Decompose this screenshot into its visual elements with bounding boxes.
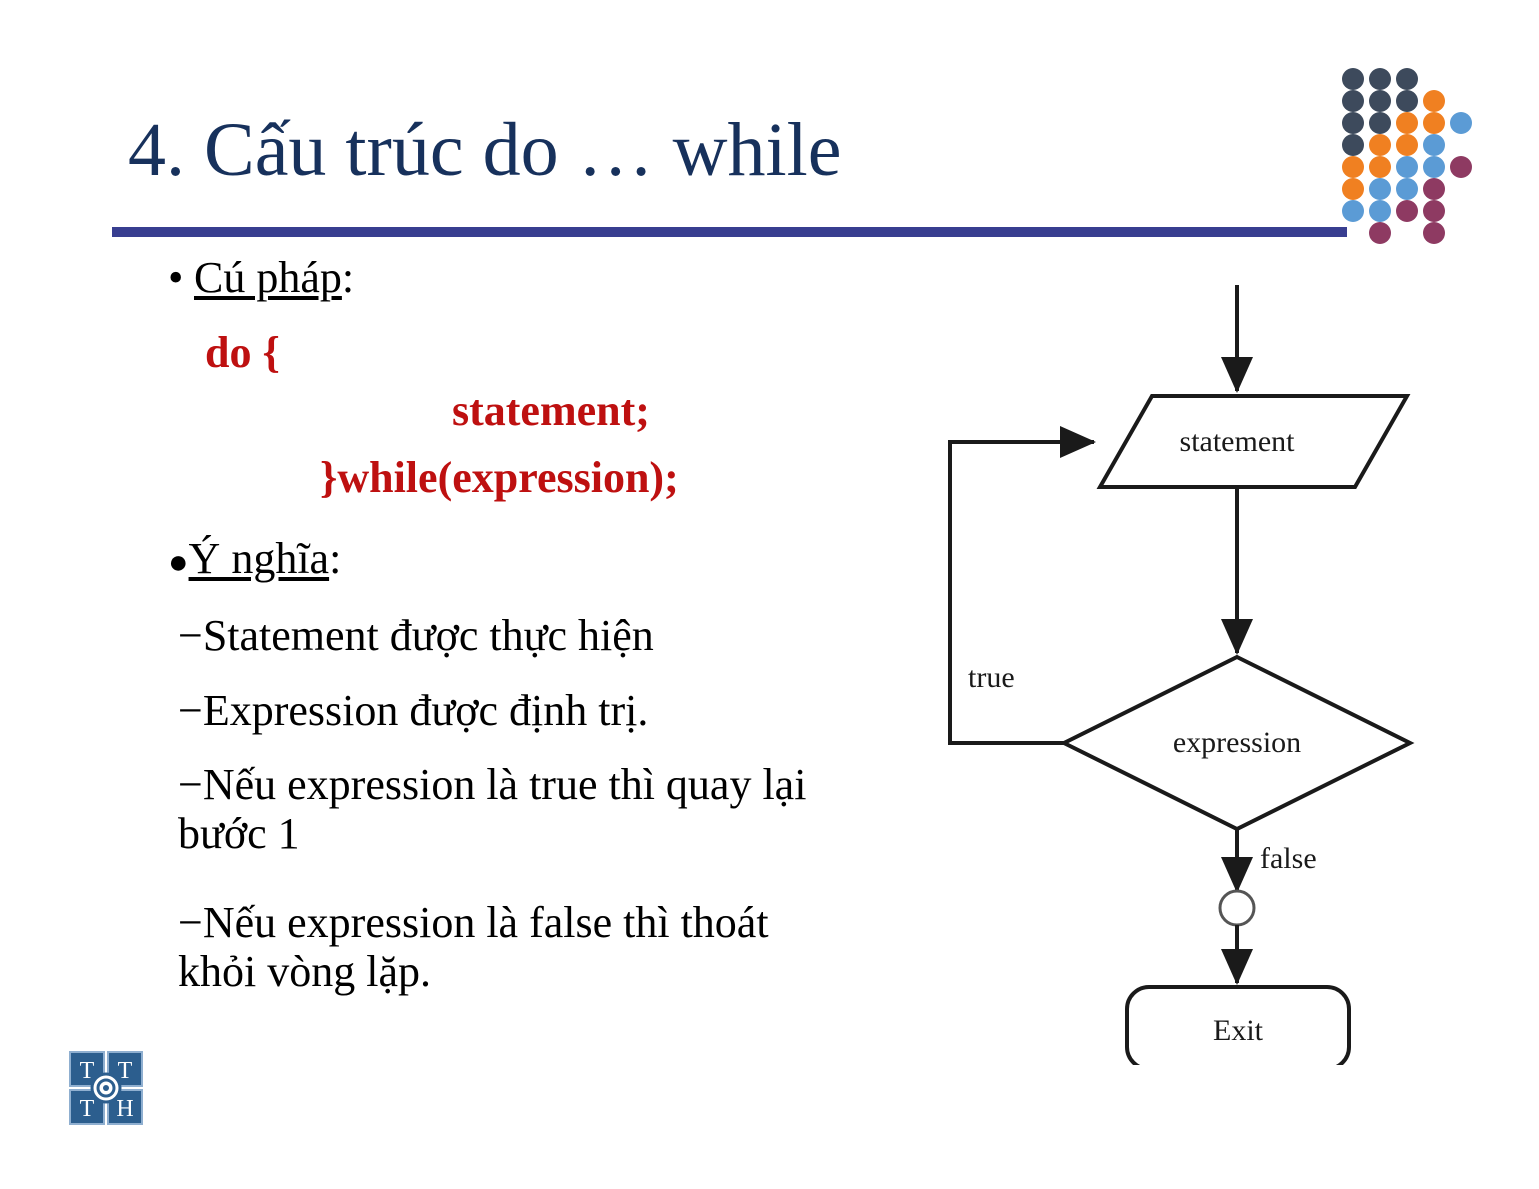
logo-target-inner — [103, 1085, 109, 1091]
decorative-dot — [1342, 178, 1364, 200]
decorative-dot — [1342, 134, 1364, 156]
logo-letter-tl: T — [80, 1058, 95, 1084]
true-loop-path — [948, 426, 1096, 745]
expression-label: expression — [1173, 726, 1301, 759]
syntax-heading-colon: : — [341, 253, 355, 302]
bullet-marker-big: ● — [168, 544, 189, 581]
code-line-statement: statement; — [452, 386, 650, 435]
meaning-heading: ●Ý nghĩa: — [168, 533, 341, 584]
decorative-dot — [1396, 90, 1418, 112]
decorative-dot — [1423, 90, 1445, 112]
decorative-dot — [1423, 178, 1445, 200]
decorative-dot — [1369, 222, 1391, 244]
decorative-dot — [1396, 156, 1418, 178]
decorative-dot — [1450, 112, 1472, 134]
decorative-dot — [1369, 134, 1391, 156]
decorative-dot — [1342, 112, 1364, 134]
decorative-dot — [1423, 156, 1445, 178]
decorative-dot — [1342, 200, 1364, 222]
decorative-dot — [1369, 90, 1391, 112]
decorative-dot — [1423, 134, 1445, 156]
list-item: −Nếu expression là false thì thoát khỏi … — [178, 898, 838, 997]
decorative-dot — [1369, 112, 1391, 134]
decorative-dot — [1369, 178, 1391, 200]
decorative-dot — [1396, 200, 1418, 222]
organization-logo: T T T H — [64, 1046, 148, 1130]
exit-label: Exit — [1213, 1014, 1264, 1047]
dash-marker: − — [178, 686, 203, 735]
dash-marker: − — [178, 611, 203, 660]
syntax-heading: • Cú pháp: — [168, 252, 354, 303]
logo-letter-br: H — [116, 1096, 133, 1122]
slide-canvas: 4. Cấu trúc do … while • Cú pháp: do { st… — [0, 0, 1539, 1189]
decorative-dot — [1342, 68, 1364, 90]
code-line-while: }while(expression); — [320, 453, 679, 502]
title-divider — [112, 227, 1347, 237]
flowchart-diagram: statement expression true false Exit — [930, 265, 1475, 1065]
syntax-heading-text: Cú pháp — [194, 253, 342, 302]
dash-marker: − — [178, 760, 203, 809]
page-title: 4. Cấu trúc do … while — [128, 108, 842, 192]
decorative-dot — [1342, 90, 1364, 112]
decorative-dot — [1423, 112, 1445, 134]
list-item: −Nếu expression là true thì quay lại bướ… — [178, 760, 838, 859]
dash-marker: − — [178, 898, 203, 947]
code-line-do: do { — [205, 328, 280, 377]
decorative-dot — [1396, 112, 1418, 134]
statement-label: statement — [1180, 425, 1296, 458]
decorative-dot — [1342, 156, 1364, 178]
list-item: −Statement được thực hiện — [178, 610, 654, 661]
decorative-dot — [1396, 178, 1418, 200]
bullet-marker: • — [168, 253, 184, 302]
decorative-dot — [1369, 156, 1391, 178]
decorative-dot — [1423, 222, 1445, 244]
decorative-dot — [1396, 134, 1418, 156]
logo-letter-bl: T — [80, 1096, 95, 1122]
decorative-dot-grid — [1342, 68, 1502, 244]
true-label: true — [968, 661, 1015, 694]
decorative-dot — [1450, 156, 1472, 178]
meaning-heading-text: Ý nghĩa — [188, 534, 330, 583]
meaning-heading-colon: : — [329, 534, 342, 583]
decorative-dot — [1423, 200, 1445, 222]
decorative-dot — [1369, 200, 1391, 222]
decorative-dot — [1396, 68, 1418, 90]
list-item: −Expression được định trị. — [178, 685, 648, 736]
list-item-label: Statement được thực hiện — [202, 611, 654, 660]
list-item-label: Expression được định trị. — [202, 686, 649, 735]
false-label: false — [1260, 842, 1317, 875]
connector-circle — [1218, 889, 1256, 927]
decorative-dot — [1369, 68, 1391, 90]
logo-letter-tr: T — [118, 1058, 133, 1084]
list-item-label: Nếu expression là false thì thoát khỏi v… — [178, 898, 769, 997]
list-item-label: Nếu expression là true thì quay lại bước… — [178, 760, 807, 859]
